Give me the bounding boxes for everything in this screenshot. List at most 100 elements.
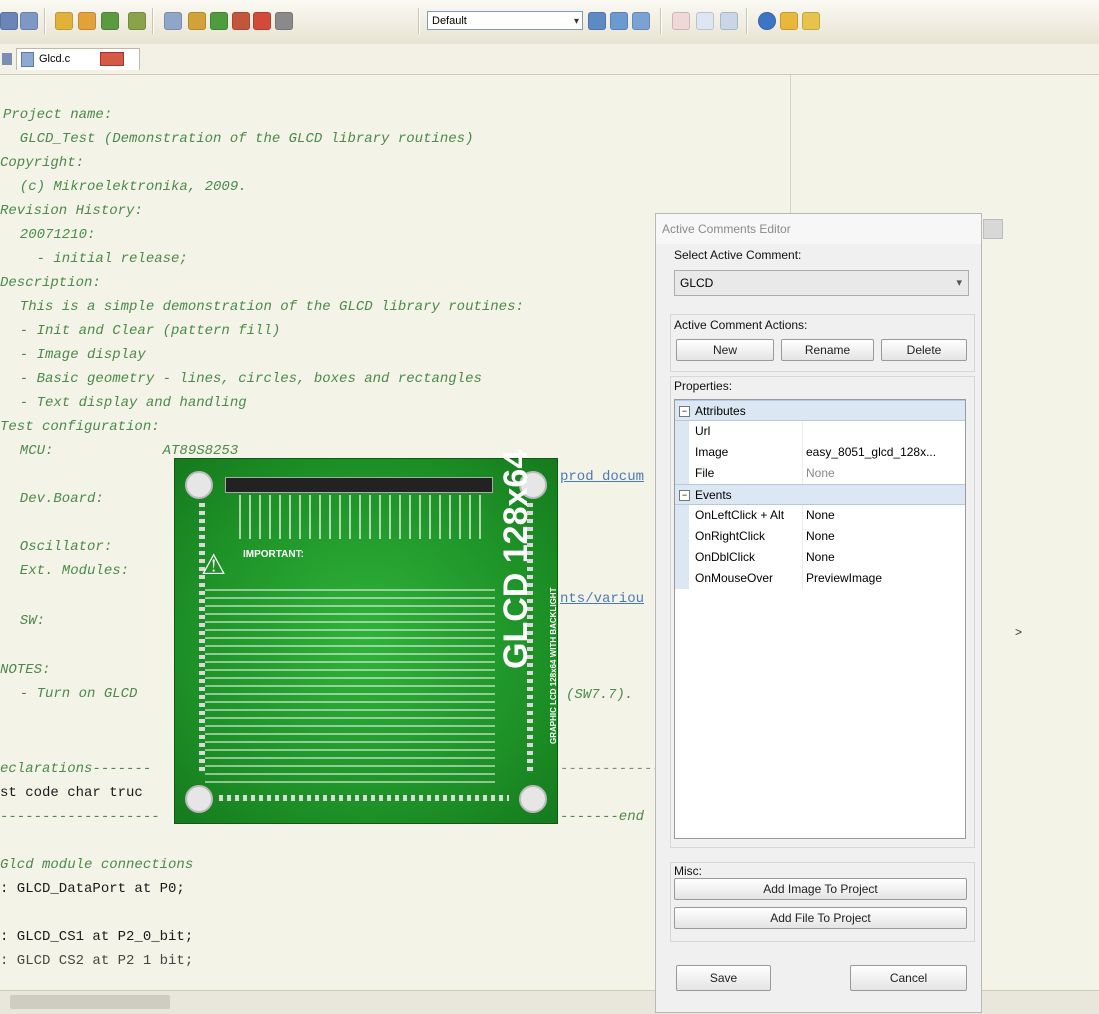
delete-comment-button[interactable]: Delete <box>881 339 967 361</box>
property-value[interactable]: None <box>806 505 961 526</box>
collapse-icon[interactable]: − <box>679 406 690 417</box>
view-icon[interactable] <box>164 12 182 30</box>
font-icon[interactable] <box>188 12 206 30</box>
build-all-icon[interactable] <box>78 12 96 30</box>
pin-header <box>225 477 493 493</box>
property-value[interactable]: PreviewImage <box>806 568 961 589</box>
save-button[interactable]: Save <box>676 965 771 991</box>
code-line: eclarations------- <box>0 761 152 777</box>
property-value[interactable]: None <box>806 526 961 547</box>
key-icon[interactable] <box>780 12 798 30</box>
active-comments-editor-dialog: Active Comments Editor Select Active Com… <box>655 213 1003 1013</box>
save-all-icon[interactable] <box>0 12 18 30</box>
active-comment-value: GLCD <box>680 276 714 290</box>
code-line: : GLCD CS2 at P2 1 bit; <box>0 953 194 969</box>
property-grid[interactable]: − Attributes Url Image easy_8051_glcd_12… <box>674 399 966 839</box>
select-comment-label: Select Active Comment: <box>674 248 802 262</box>
code-line: Oscillator: <box>3 539 113 555</box>
property-row[interactable]: Image easy_8051_glcd_128x... <box>675 442 965 463</box>
delete-scheme-icon[interactable] <box>632 12 650 30</box>
rename-comment-button[interactable]: Rename <box>781 339 874 361</box>
misc-label: Misc: <box>674 864 702 878</box>
property-row[interactable]: OnRightClick None <box>675 526 965 547</box>
property-key: OnLeftClick + Alt <box>695 508 785 522</box>
attributes-category[interactable]: − Attributes <box>675 400 965 421</box>
load-scheme-icon[interactable] <box>588 12 606 30</box>
code-line: - Basic geometry - lines, circles, boxes… <box>3 371 482 387</box>
scheme-select-value: Default <box>432 15 467 27</box>
code-line: Ext. Modules: <box>3 563 130 579</box>
dialog-title: Active Comments Editor <box>656 214 981 244</box>
glcd-board-preview-image: ⚠ IMPORTANT: GLCD 128x64 GRAPHIC LCD 128… <box>174 450 558 824</box>
property-value[interactable]: None <box>806 547 961 568</box>
expand-arrow-icon[interactable]: > <box>1015 625 1022 639</box>
code-line: Dev.Board: <box>3 491 104 507</box>
mounting-hole-icon <box>185 471 213 499</box>
tools-icon[interactable] <box>232 12 250 30</box>
property-row[interactable]: OnLeftClick + Alt None <box>675 505 965 526</box>
file-icon <box>21 52 34 67</box>
tab-glcd-c[interactable]: Glcd.c <box>16 48 140 70</box>
property-key: OnMouseOver <box>695 571 774 585</box>
save-scheme-icon[interactable] <box>610 12 628 30</box>
code-line: 20071210: <box>3 227 96 243</box>
code-line: GLCD_Test (Demonstration of the GLCD lib… <box>3 131 474 147</box>
refresh-icon[interactable] <box>802 12 820 30</box>
comment-icon[interactable] <box>672 12 690 30</box>
property-value[interactable]: easy_8051_glcd_128x... <box>806 442 961 463</box>
property-row[interactable]: File None <box>675 463 965 484</box>
code-line: NOTES: <box>0 662 51 678</box>
grid-gutter <box>675 547 689 568</box>
code-line: Test configuration: <box>0 419 160 435</box>
add-file-button[interactable]: Add File To Project <box>674 907 967 929</box>
grid-divider <box>802 421 803 442</box>
collapse-icon[interactable]: − <box>679 490 690 501</box>
property-key: OnRightClick <box>695 529 766 543</box>
pin-labels <box>239 495 489 539</box>
code-line: SW: <box>3 613 46 629</box>
build-icon[interactable] <box>55 12 73 30</box>
code-line: - Turn on GLCD <box>3 686 138 702</box>
help-icon[interactable] <box>210 12 228 30</box>
toolbar-separator <box>660 8 662 34</box>
build-project-icon[interactable] <box>101 12 119 30</box>
active-comment-select[interactable]: GLCD ▾ <box>674 270 969 296</box>
new-comment-button[interactable]: New <box>676 339 774 361</box>
code-link[interactable]: nts/variou <box>560 591 644 607</box>
cancel-button[interactable]: Cancel <box>850 965 967 991</box>
actions-label: Active Comment Actions: <box>674 318 808 332</box>
code-line: - Init and Clear (pattern fill) <box>3 323 281 339</box>
toolbar-separator <box>44 8 46 34</box>
print-icon[interactable] <box>20 12 38 30</box>
code-line: : GLCD_CS1 at P2_0_bit; <box>0 929 194 945</box>
export-icon[interactable] <box>253 12 271 30</box>
properties-label: Properties: <box>674 379 733 393</box>
board-side-label: GRAPHIC LCD 128x64 WITH BACKLIGHT <box>549 587 558 744</box>
property-key: Url <box>695 424 711 438</box>
bookmark-icon[interactable] <box>720 12 738 30</box>
editor-tab-bar: Glcd.c <box>0 44 1099 75</box>
scheme-select[interactable]: Default ▾ <box>427 11 583 30</box>
dialog-corner-icon[interactable] <box>983 219 1003 239</box>
code-link[interactable]: prod_docum <box>560 469 644 485</box>
program-icon[interactable] <box>128 12 146 30</box>
grid-divider <box>802 505 803 526</box>
property-row[interactable]: OnDblClick None <box>675 547 965 568</box>
code-line: (SW7.7). <box>566 687 634 703</box>
events-category[interactable]: − Events <box>675 484 965 505</box>
grid-gutter <box>675 442 689 463</box>
info-icon[interactable] <box>758 12 776 30</box>
grid-gutter <box>675 463 689 484</box>
tab-list-icon[interactable] <box>2 53 12 65</box>
uncomment-icon[interactable] <box>696 12 714 30</box>
statistics-icon[interactable] <box>275 12 293 30</box>
property-row[interactable]: OnMouseOver PreviewImage <box>675 568 965 589</box>
grid-gutter <box>675 421 689 442</box>
close-tab-icon[interactable] <box>100 52 124 66</box>
property-value[interactable]: None <box>806 463 961 484</box>
code-line: MCU: AT89S8253 <box>3 443 239 459</box>
add-image-button[interactable]: Add Image To Project <box>674 878 967 900</box>
scrollbar-thumb[interactable] <box>10 995 170 1009</box>
code-line: - Text display and handling <box>3 395 247 411</box>
property-row[interactable]: Url <box>675 421 965 442</box>
